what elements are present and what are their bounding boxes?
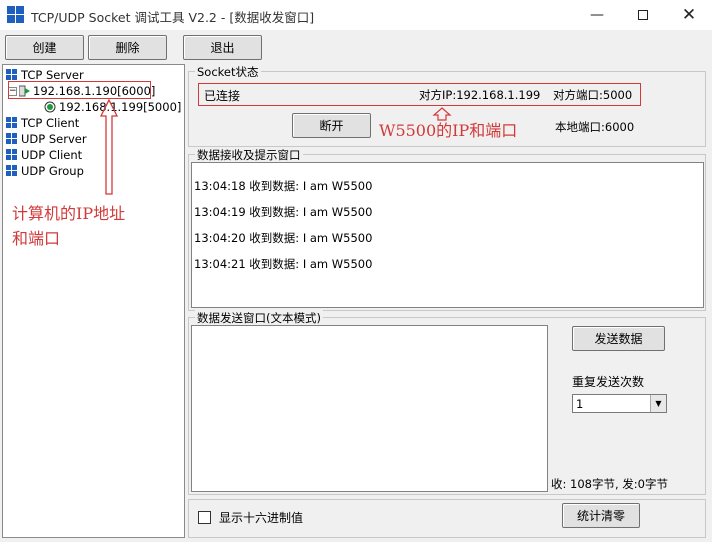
tree-item-label: UDP Client bbox=[21, 148, 83, 162]
grid-icon bbox=[6, 69, 18, 81]
tree-item-label: 192.168.1.199[5000] bbox=[59, 100, 182, 114]
maximize-icon[interactable] bbox=[620, 0, 666, 30]
send-data-button[interactable]: 发送数据 bbox=[572, 326, 665, 351]
connection-status: 已连接 bbox=[204, 89, 241, 103]
tree-item-tcp-client[interactable]: TCP Client bbox=[6, 115, 79, 131]
annotation-pc-ip: 计算机的IP地址 bbox=[12, 204, 126, 223]
up-arrow-icon bbox=[99, 98, 119, 195]
hex-display-label: 显示十六进制值 bbox=[219, 511, 304, 525]
byte-stats: 收: 108字节, 发:0字节 bbox=[551, 477, 668, 491]
title-bar: TCP/UDP Socket 调试工具 V2.2 - [数据收发窗口] — ✕ bbox=[0, 0, 712, 30]
app-icon bbox=[7, 6, 25, 24]
tree-item-label: TCP Client bbox=[21, 116, 80, 130]
repeat-count-value: 1 bbox=[576, 397, 584, 411]
annotation-pc-port: 和端口 bbox=[12, 229, 61, 248]
window-title: TCP/UDP Socket 调试工具 V2.2 - [数据收发窗口] bbox=[31, 10, 315, 25]
tree-item-udp-group[interactable]: UDP Group bbox=[6, 163, 84, 179]
grid-icon bbox=[6, 149, 18, 161]
receive-line: 13:04:21 收到数据: I am W5500 bbox=[194, 257, 373, 271]
repeat-count-select[interactable]: 1 ▼ bbox=[572, 394, 667, 413]
create-button[interactable]: 创建 bbox=[5, 35, 84, 60]
tree-item-label: UDP Group bbox=[21, 164, 84, 178]
connection-icon bbox=[44, 101, 56, 113]
exit-button[interactable]: 退出 bbox=[183, 35, 262, 60]
receive-line: 13:04:18 收到数据: I am W5500 bbox=[194, 179, 373, 193]
delete-button[interactable]: 删除 bbox=[88, 35, 167, 60]
send-textarea[interactable] bbox=[191, 325, 548, 492]
disconnect-button[interactable]: 断开 bbox=[292, 113, 371, 138]
highlight-box bbox=[8, 81, 151, 99]
grid-icon bbox=[6, 133, 18, 145]
tree-item-udp-client[interactable]: UDP Client bbox=[6, 147, 82, 163]
tree-item-label: UDP Server bbox=[21, 132, 87, 146]
receive-line: 13:04:20 收到数据: I am W5500 bbox=[194, 231, 373, 245]
dropdown-arrow-icon[interactable]: ▼ bbox=[650, 395, 666, 412]
minimize-icon[interactable]: — bbox=[574, 0, 620, 30]
tree-item-label: TCP Server bbox=[21, 68, 84, 82]
connection-tree[interactable]: TCP Server − 192.168.1.190[6000] 192.168… bbox=[2, 64, 185, 538]
repeat-count-label: 重复发送次数 bbox=[572, 375, 645, 389]
remote-ip: 对方IP:192.168.1.199 bbox=[419, 88, 541, 102]
hex-display-checkbox[interactable] bbox=[198, 511, 211, 524]
receive-textarea[interactable]: 13:04:18 收到数据: I am W5500 13:04:19 收到数据:… bbox=[191, 162, 704, 308]
tree-item-udp-server[interactable]: UDP Server bbox=[6, 131, 87, 147]
receive-line: 13:04:19 收到数据: I am W5500 bbox=[194, 205, 373, 219]
grid-icon bbox=[6, 117, 18, 129]
grid-icon bbox=[6, 165, 18, 177]
local-port: 本地端口:6000 bbox=[555, 120, 635, 134]
annotation-w5500: W5500的IP和端口 bbox=[379, 121, 518, 140]
group-title: 数据接收及提示窗口 bbox=[195, 147, 303, 163]
close-icon[interactable]: ✕ bbox=[666, 0, 712, 30]
group-title: 数据发送窗口(文本模式) bbox=[195, 310, 323, 326]
group-title: Socket状态 bbox=[195, 64, 261, 80]
remote-port: 对方端口:5000 bbox=[553, 88, 633, 102]
clear-stats-button[interactable]: 统计清零 bbox=[562, 503, 640, 528]
